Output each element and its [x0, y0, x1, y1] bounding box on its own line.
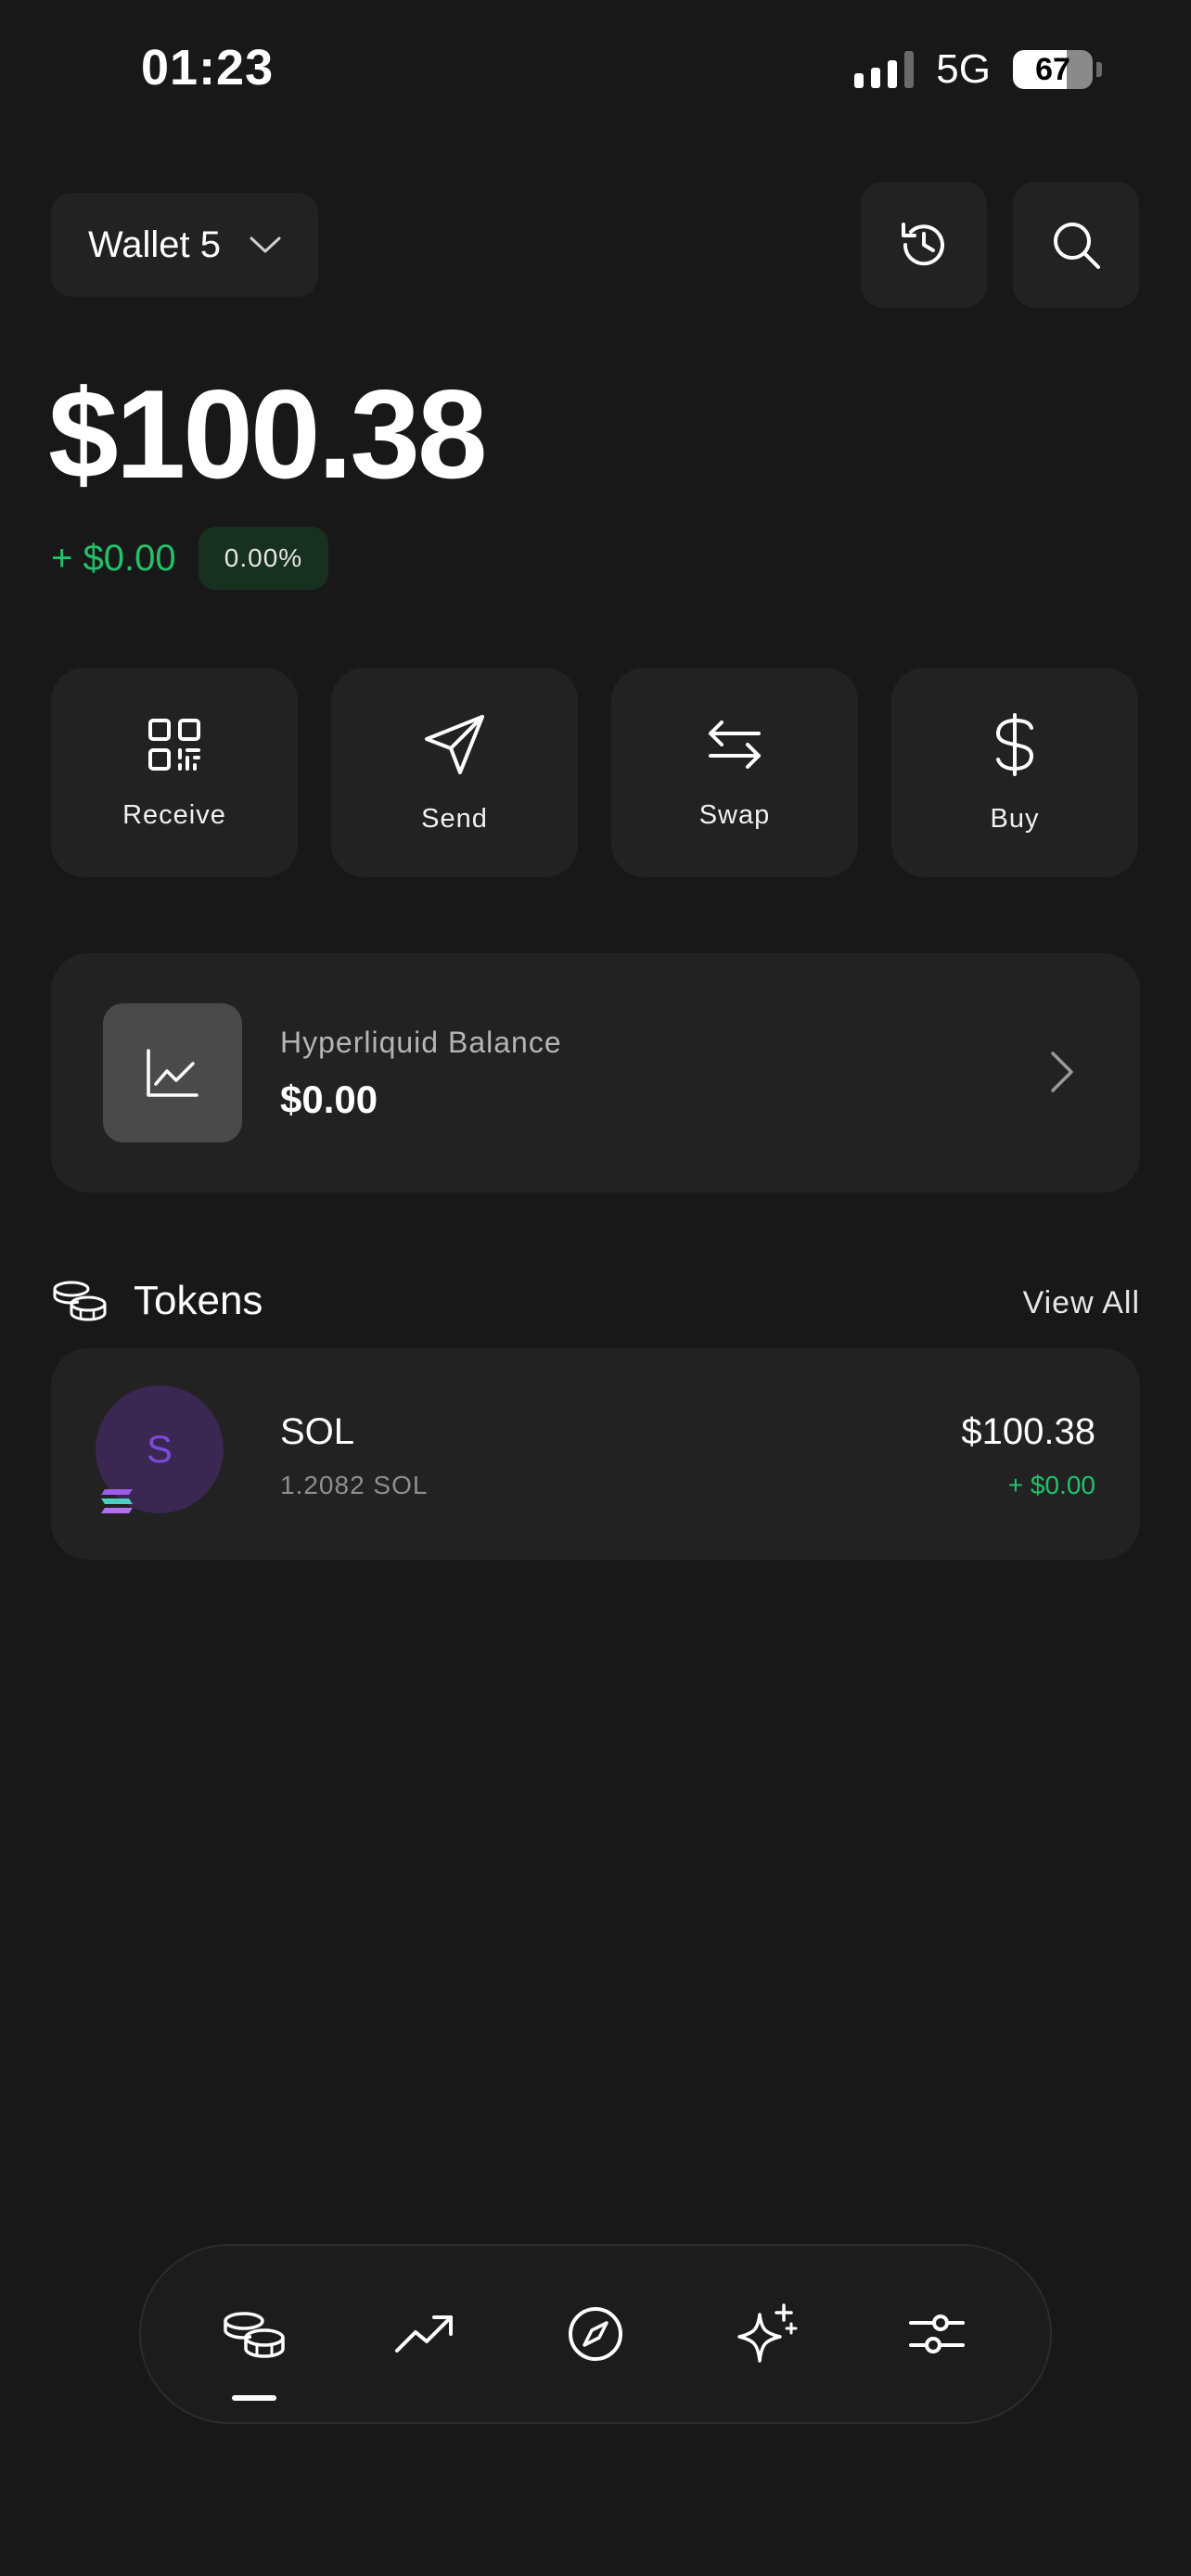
trending-up-icon	[395, 2315, 453, 2353]
hyperliquid-title: Hyperliquid Balance	[280, 1026, 562, 1059]
status-indicators: 5G 67	[854, 46, 1102, 93]
wallet-name: Wallet 5	[88, 223, 222, 265]
dollar-icon	[995, 712, 1034, 776]
nav-trending[interactable]	[369, 2278, 480, 2390]
battery-icon: 67	[1013, 50, 1093, 89]
action-buttons: Receive Send Swap Buy	[51, 668, 1140, 877]
wallet-home-screen: 01:23 5G 67 Wallet 5 $100.38 + $0.00 0.0…	[0, 0, 1191, 2576]
token-amount: 1.2082 SOL	[280, 1471, 429, 1499]
hyperliquid-icon-box	[103, 1003, 242, 1142]
compass-icon	[569, 2307, 622, 2361]
battery-level: 67	[1035, 51, 1070, 87]
network-type: 5G	[936, 46, 991, 92]
send-button[interactable]: Send	[331, 668, 578, 877]
history-button[interactable]	[861, 182, 987, 308]
view-all-link[interactable]: View All	[1023, 1285, 1140, 1321]
nav-active-indicator	[232, 2395, 276, 2401]
swap-button[interactable]: Swap	[611, 668, 858, 877]
bottom-nav	[139, 2244, 1052, 2424]
nav-ai[interactable]	[711, 2278, 822, 2390]
hyperliquid-balance-card[interactable]: Hyperliquid Balance $0.00	[51, 953, 1140, 1192]
chevron-down-icon	[250, 236, 281, 253]
solana-chain-icon	[101, 1489, 133, 1513]
wallet-selector[interactable]: Wallet 5	[51, 193, 318, 297]
nav-portfolio[interactable]	[198, 2278, 310, 2401]
search-button[interactable]	[1013, 182, 1139, 308]
receive-label: Receive	[122, 799, 226, 830]
nav-settings[interactable]	[881, 2278, 992, 2390]
total-balance: $100.38	[48, 363, 488, 504]
token-row[interactable]: S SOL 1.2082 SOL $100.38 + $0.00	[51, 1348, 1140, 1560]
token-change: + $0.00	[1007, 1471, 1095, 1499]
history-icon	[902, 223, 944, 266]
qr-code-icon	[148, 718, 200, 771]
receive-button[interactable]: Receive	[51, 668, 298, 877]
chart-line-icon	[147, 1049, 198, 1097]
status-time: 01:23	[141, 40, 275, 96]
swap-icon	[709, 720, 761, 769]
buy-button[interactable]: Buy	[891, 668, 1138, 877]
sparkles-icon	[737, 2303, 798, 2363]
signal-icon	[854, 51, 915, 88]
balance-change: + $0.00	[51, 538, 176, 579]
hyperliquid-value: $0.00	[280, 1078, 378, 1121]
tokens-title: Tokens	[134, 1278, 263, 1323]
send-label: Send	[421, 803, 488, 834]
coins-icon	[224, 2312, 285, 2358]
coins-icon	[53, 1281, 107, 1321]
send-icon	[425, 714, 484, 774]
search-icon	[1054, 223, 1100, 269]
nav-explore[interactable]	[540, 2278, 651, 2390]
buy-label: Buy	[990, 803, 1040, 834]
chevron-right-icon	[1051, 1052, 1073, 1092]
change-percent-badge: 0.00%	[198, 527, 328, 590]
battery-cap	[1096, 62, 1102, 77]
swap-label: Swap	[698, 799, 771, 830]
token-value: $100.38	[961, 1411, 1095, 1452]
token-name: SOL	[280, 1411, 355, 1452]
sliders-icon	[909, 2315, 965, 2353]
